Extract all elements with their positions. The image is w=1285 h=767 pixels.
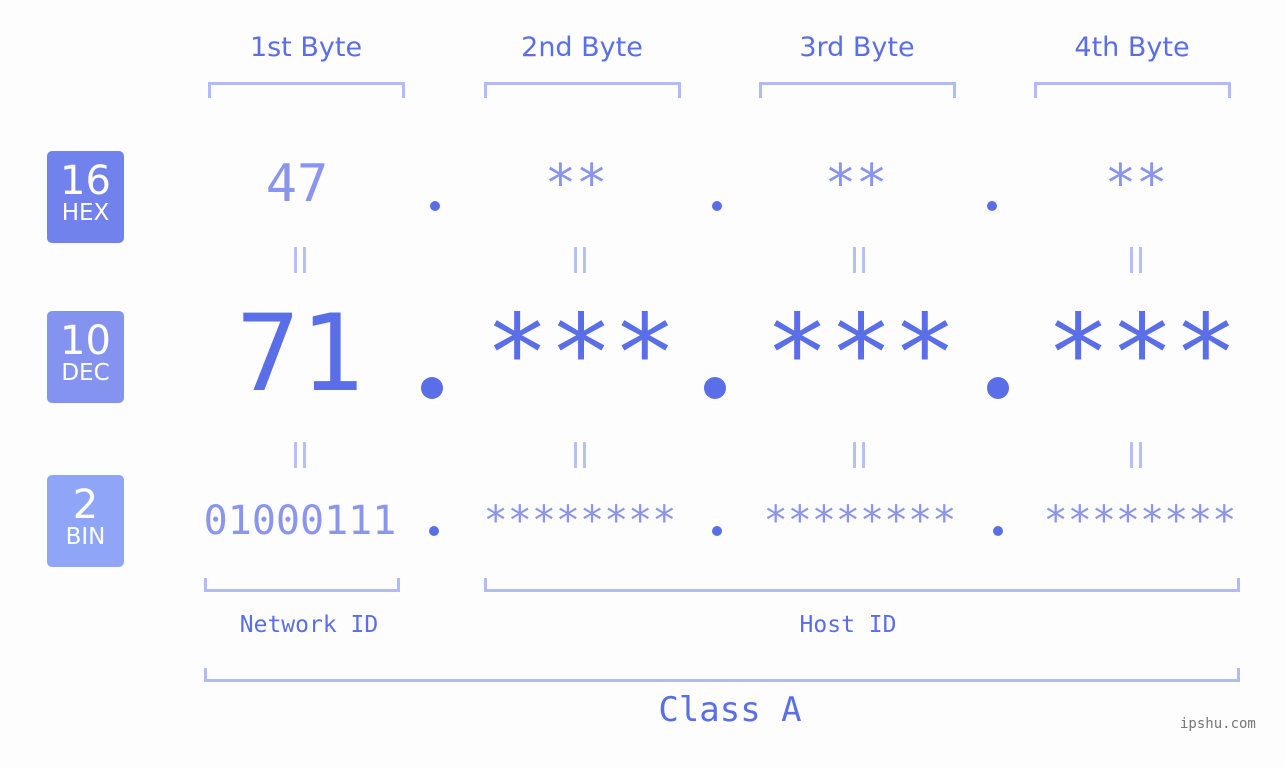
dec-byte-4: ***: [1046, 292, 1238, 415]
bin-separator-dot: [993, 526, 1003, 536]
equals-icon: [570, 442, 590, 468]
network-id-label: Network ID: [239, 612, 379, 638]
byte-bracket-2: [484, 82, 681, 98]
hex-badge: 16 HEX: [47, 151, 124, 243]
hex-separator-dot: [430, 201, 440, 211]
byte-bracket-4: [1034, 82, 1231, 98]
bin-byte-3: ********: [763, 498, 957, 544]
equals-icon: [290, 442, 310, 468]
equals-icon: [290, 247, 310, 273]
bin-base-number: 2: [72, 482, 99, 528]
dec-badge: 10 DEC: [47, 311, 124, 403]
byte-header-4: 4th Byte: [1074, 32, 1190, 63]
class-bracket: [204, 668, 1240, 682]
network-id-bracket: [204, 578, 400, 592]
hex-byte-1: 47: [265, 154, 329, 214]
hex-base-label: HEX: [61, 200, 110, 226]
bin-byte-4: ********: [1043, 498, 1237, 544]
hex-separator-dot: [987, 201, 997, 211]
hex-byte-2: **: [544, 154, 608, 214]
byte-header-3: 3rd Byte: [799, 32, 915, 63]
host-id-label: Host ID: [799, 612, 897, 638]
hex-separator-dot: [712, 201, 722, 211]
dec-base-label: DEC: [61, 360, 110, 386]
dec-separator-dot: [987, 377, 1009, 399]
equals-icon: [1126, 247, 1146, 273]
byte-header-2: 2nd Byte: [521, 32, 643, 63]
byte-bracket-3: [759, 82, 956, 98]
hex-base-number: 16: [60, 158, 111, 204]
hex-byte-4: **: [1104, 154, 1168, 214]
bin-badge: 2 BIN: [47, 475, 124, 567]
byte-header-1: 1st Byte: [249, 32, 363, 63]
hex-byte-3: **: [824, 154, 888, 214]
host-id-bracket: [484, 578, 1240, 592]
dec-base-number: 10: [60, 318, 111, 364]
equals-icon: [849, 442, 869, 468]
equals-icon: [849, 247, 869, 273]
watermark: ipshu.com: [1180, 716, 1256, 732]
dec-separator-dot: [421, 377, 443, 399]
class-label: Class A: [658, 690, 802, 730]
bin-separator-dot: [429, 526, 439, 536]
dec-byte-3: ***: [765, 292, 957, 415]
equals-icon: [1126, 442, 1146, 468]
dec-byte-1: 71: [236, 292, 364, 415]
bin-byte-2: ********: [483, 498, 677, 544]
equals-icon: [570, 247, 590, 273]
bin-separator-dot: [712, 526, 722, 536]
dec-byte-2: ***: [485, 292, 677, 415]
byte-bracket-1: [208, 82, 405, 98]
dec-separator-dot: [704, 377, 726, 399]
bin-base-label: BIN: [65, 524, 106, 550]
bin-byte-1: 01000111: [203, 498, 397, 544]
